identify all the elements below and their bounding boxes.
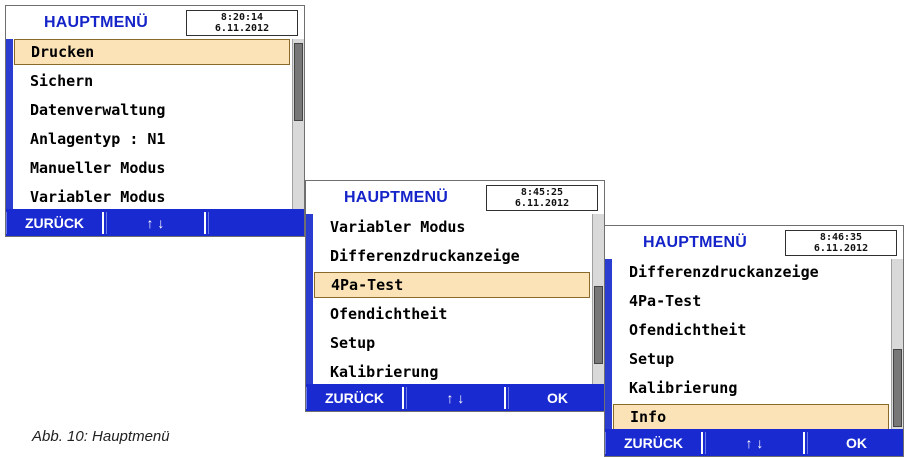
menu-list: Differenzdruckanzeige 4Pa-Test Ofendicht… <box>605 259 903 431</box>
back-button[interactable]: ZURÜCK <box>306 387 404 409</box>
clock-date: 6.11.2012 <box>214 23 270 34</box>
clock-date: 6.11.2012 <box>813 243 869 254</box>
menu-screen-1: HAUPTMENÜ 8:20:14 6.11.2012 Drucken Sich… <box>5 5 305 237</box>
menu-item-setup[interactable]: Setup <box>314 330 590 356</box>
menu-item-kalibrierung[interactable]: Kalibrierung <box>314 359 590 385</box>
menu-item-ofendichtheit[interactable]: Ofendichtheit <box>314 301 590 327</box>
list-accent-bar <box>306 214 313 386</box>
scrollbar[interactable] <box>592 214 604 386</box>
menu-item-kalibrierung[interactable]: Kalibrierung <box>613 375 889 401</box>
up-down-button[interactable]: ↑ ↓ <box>106 212 206 234</box>
menu-item-4pa-test[interactable]: 4Pa-Test <box>314 272 590 298</box>
menu-screen-3: HAUPTMENÜ 8:46:35 6.11.2012 Differenzdru… <box>604 225 904 457</box>
menu-item-anlagentyp[interactable]: Anlagentyp : N1 <box>14 126 290 152</box>
softkey-bar: ZURÜCK ↑ ↓ OK <box>605 429 903 456</box>
clock-display: 8:20:14 6.11.2012 <box>186 10 298 36</box>
screen-title: HAUPTMENÜ <box>343 189 449 206</box>
menu-item-manueller-modus[interactable]: Manueller Modus <box>14 155 290 181</box>
menu-item-setup[interactable]: Setup <box>613 346 889 372</box>
scrollbar-thumb[interactable] <box>294 43 303 121</box>
menu-screen-2: HAUPTMENÜ 8:45:25 6.11.2012 Variabler Mo… <box>305 180 605 412</box>
menu-item-datenverwaltung[interactable]: Datenverwaltung <box>14 97 290 123</box>
menu-item-sichern[interactable]: Sichern <box>14 68 290 94</box>
ok-button[interactable]: OK <box>807 432 903 454</box>
list-accent-bar <box>605 259 612 431</box>
figure-caption: Abb. 10: Hauptmenü <box>32 428 170 445</box>
list-accent-bar <box>6 39 13 211</box>
screen-title: HAUPTMENÜ <box>43 14 149 31</box>
menu-item-variabler-modus[interactable]: Variabler Modus <box>14 184 290 210</box>
menu-list: Variabler Modus Differenzdruckanzeige 4P… <box>306 214 604 386</box>
scrollbar-thumb[interactable] <box>594 286 603 364</box>
scrollbar[interactable] <box>292 39 304 211</box>
softkey-bar: ZURÜCK ↑ ↓ <box>6 209 304 236</box>
clock-time: 8:20:14 <box>220 12 264 23</box>
up-down-button[interactable]: ↑ ↓ <box>705 432 805 454</box>
menu-item-drucken[interactable]: Drucken <box>14 39 290 65</box>
menu-list: Drucken Sichern Datenverwaltung Anlagent… <box>6 39 304 211</box>
screen-title: HAUPTMENÜ <box>642 234 748 251</box>
menu-item-ofendichtheit[interactable]: Ofendichtheit <box>613 317 889 343</box>
menu-item-4pa-test[interactable]: 4Pa-Test <box>613 288 889 314</box>
back-button[interactable]: ZURÜCK <box>6 212 104 234</box>
screen-header: HAUPTMENÜ 8:20:14 6.11.2012 <box>6 6 304 39</box>
screen-header: HAUPTMENÜ 8:45:25 6.11.2012 <box>306 181 604 214</box>
clock-display: 8:45:25 6.11.2012 <box>486 185 598 211</box>
up-down-button[interactable]: ↑ ↓ <box>406 387 506 409</box>
menu-item-differenzdruckanzeige[interactable]: Differenzdruckanzeige <box>613 259 889 285</box>
scrollbar-thumb[interactable] <box>893 349 902 427</box>
back-button[interactable]: ZURÜCK <box>605 432 703 454</box>
screen-header: HAUPTMENÜ 8:46:35 6.11.2012 <box>605 226 903 259</box>
clock-date: 6.11.2012 <box>514 198 570 209</box>
ok-button[interactable] <box>208 212 304 234</box>
clock-time: 8:45:25 <box>520 187 564 198</box>
ok-button[interactable]: OK <box>508 387 604 409</box>
menu-item-differenzdruckanzeige[interactable]: Differenzdruckanzeige <box>314 243 590 269</box>
scrollbar[interactable] <box>891 259 903 431</box>
clock-time: 8:46:35 <box>819 232 863 243</box>
clock-display: 8:46:35 6.11.2012 <box>785 230 897 256</box>
menu-item-variabler-modus[interactable]: Variabler Modus <box>314 214 590 240</box>
softkey-bar: ZURÜCK ↑ ↓ OK <box>306 384 604 411</box>
menu-item-info[interactable]: Info <box>613 404 889 430</box>
